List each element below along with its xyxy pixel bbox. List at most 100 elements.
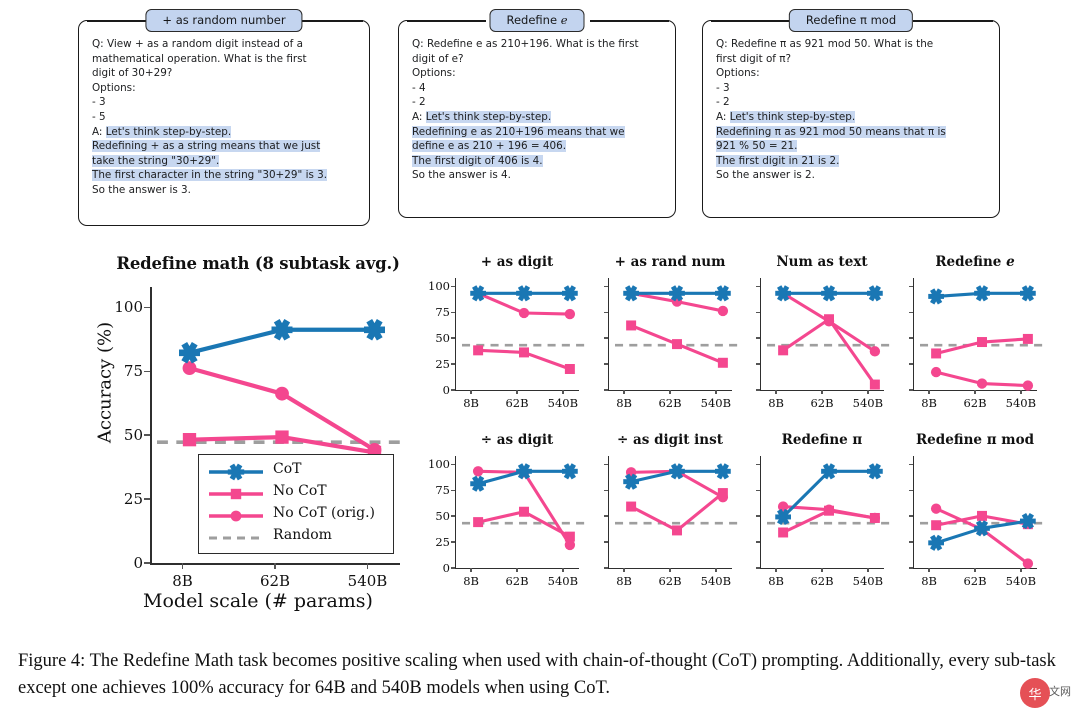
x-tick-label: 8B	[463, 396, 479, 410]
prompt-line: The first digit in 21 is 2.	[716, 154, 986, 169]
x-tick-mark	[470, 390, 472, 394]
x-tick-label: 8B	[768, 396, 784, 410]
box-top-connector	[590, 20, 669, 22]
y-tick-label: 0	[133, 554, 143, 572]
y-tick-mark	[909, 567, 913, 569]
subtask-chart-6: ÷ as digit inst 8B 62B 540B	[604, 432, 739, 597]
prompt-line: - 4	[412, 81, 426, 94]
prompt-line: digit of 30+29?	[92, 67, 173, 80]
highlighted-text: The first character in the string "30+29…	[92, 169, 328, 182]
x-tick-mark	[928, 390, 930, 394]
prompt-line: first digit of π?	[716, 52, 792, 65]
x-tick-mark	[974, 568, 976, 572]
prompt-line: Redefining + as a string means that we j…	[92, 139, 356, 154]
highlighted-text: Let's think step-by-step.	[425, 110, 552, 123]
x-tick-label: 540B	[852, 574, 884, 588]
y-tick-mark	[756, 337, 760, 339]
x-tick-label: 8B	[921, 396, 937, 410]
y-tick-mark	[909, 541, 913, 543]
prompt-line: A: Let's think step-by-step.	[412, 110, 552, 123]
y-tick-mark	[756, 285, 760, 287]
y-tick-mark	[756, 311, 760, 313]
main-chart-xlabel: Model scale (# params)	[143, 590, 373, 612]
x-tick-mark	[562, 390, 564, 394]
subtask-plot-area: 0 25 50 75 100 8B 62B 540B	[428, 278, 586, 410]
main-chart-title: Redefine math (8 subtask avg.)	[116, 254, 400, 273]
subtask-plot-area: 8B 62B 540B	[604, 278, 739, 410]
y-tick-mark	[756, 567, 760, 569]
legend-label: CoT	[273, 461, 302, 477]
y-tick-label: 25	[435, 535, 450, 550]
prompt-line: So the answer is 3.	[92, 183, 191, 196]
y-tick-mark	[756, 489, 760, 491]
prompt-line: A: Let's think step-by-step.	[716, 110, 856, 123]
y-tick-mark	[451, 337, 455, 339]
subtask-chart-1: + as digit 0 25 50 75 100 8B 62B 540B	[428, 254, 586, 419]
x-tick-mark	[775, 568, 777, 572]
y-tick-label: 0	[442, 383, 450, 397]
y-tick-mark	[604, 337, 608, 339]
subtask-plot-area: 8B 62B 540B	[604, 456, 739, 588]
prompt-line: Options:	[92, 81, 136, 94]
y-tick-label: 75	[435, 305, 450, 320]
y-tick-mark	[144, 306, 150, 309]
prompt-line: Redefining π as 921 mod 50 means that π …	[716, 125, 986, 140]
y-tick-mark	[909, 489, 913, 491]
x-tick-label: 8B	[616, 396, 632, 410]
y-tick-label: 100	[114, 298, 143, 317]
x-tick-mark	[470, 568, 472, 572]
y-tick-mark	[451, 463, 455, 465]
x-tick-label: 540B	[1005, 574, 1037, 588]
x-tick-label: 62B	[810, 396, 834, 410]
y-tick-mark	[451, 515, 455, 517]
subtask-chart-title: Redefine e	[935, 254, 1015, 270]
x-tick-mark	[274, 563, 276, 569]
y-tick-label: 25	[435, 357, 450, 372]
x-tick-mark	[366, 563, 369, 569]
subtask-plot-area: 8B 62B 540B	[909, 278, 1044, 410]
prompt-example-body-1: Q: View + as a random digit instead of a…	[79, 21, 369, 206]
y-tick-mark	[756, 389, 760, 391]
subtask-chart-title: Redefine π mod	[915, 432, 1035, 448]
x-tick-label: 62B	[505, 574, 529, 588]
x-tick-mark	[669, 568, 671, 572]
prompt-example-box-1: + as random number Q: View + as a random …	[78, 9, 370, 226]
highlighted-text: The first digit in 21 is 2.	[716, 154, 840, 167]
y-tick-mark	[909, 285, 913, 287]
prompt-line: mathematical operation. What is the firs…	[92, 52, 307, 65]
x-tick-mark	[775, 390, 777, 394]
x-tick-label: 62B	[505, 396, 529, 410]
x-tick-mark	[1020, 568, 1022, 572]
x-tick-label: 62B	[658, 574, 682, 588]
x-tick-mark	[669, 390, 671, 394]
prompt-line: Q: View + as a random digit instead of a	[92, 38, 303, 50]
subtask-chart-title: ÷ as digit	[480, 432, 554, 448]
y-tick-mark	[756, 363, 760, 365]
y-tick-label: 50	[435, 509, 450, 524]
y-tick-mark	[909, 515, 913, 517]
y-tick-mark	[451, 567, 455, 569]
y-tick-mark	[604, 363, 608, 365]
y-tick-mark	[144, 434, 150, 437]
legend-item-random: Random	[199, 527, 393, 549]
x-tick-mark	[562, 568, 564, 572]
subtask-chart-title: Redefine π	[781, 432, 863, 448]
highlighted-text: Redefining e as 210+196 means that we	[412, 125, 625, 138]
x-tick-label: 8B	[921, 574, 937, 588]
highlighted-text: Let's think step-by-step.	[105, 125, 232, 138]
x-tick-label: 8B	[768, 574, 784, 588]
box-top-connector	[87, 20, 150, 22]
y-tick-mark	[604, 389, 608, 391]
prompt-example-body-2: Q: Redefine e as 210+196. What is the fi…	[399, 21, 675, 191]
highlighted-text: Redefining + as a string means that we j…	[92, 140, 321, 153]
x-tick-mark	[623, 390, 625, 394]
prompt-line: - 3	[716, 81, 730, 94]
y-tick-mark	[451, 363, 455, 365]
y-tick-mark	[909, 311, 913, 313]
x-tick-mark	[181, 563, 184, 569]
y-tick-mark	[144, 562, 150, 564]
figure-caption: Figure 4: The Redefine Math task becomes…	[18, 648, 1064, 702]
y-tick-mark	[756, 463, 760, 465]
subtask-chart-2: + as rand num 8B 62B 540B	[604, 254, 739, 419]
highlighted-text: The first digit of 406 is 4.	[412, 154, 543, 167]
